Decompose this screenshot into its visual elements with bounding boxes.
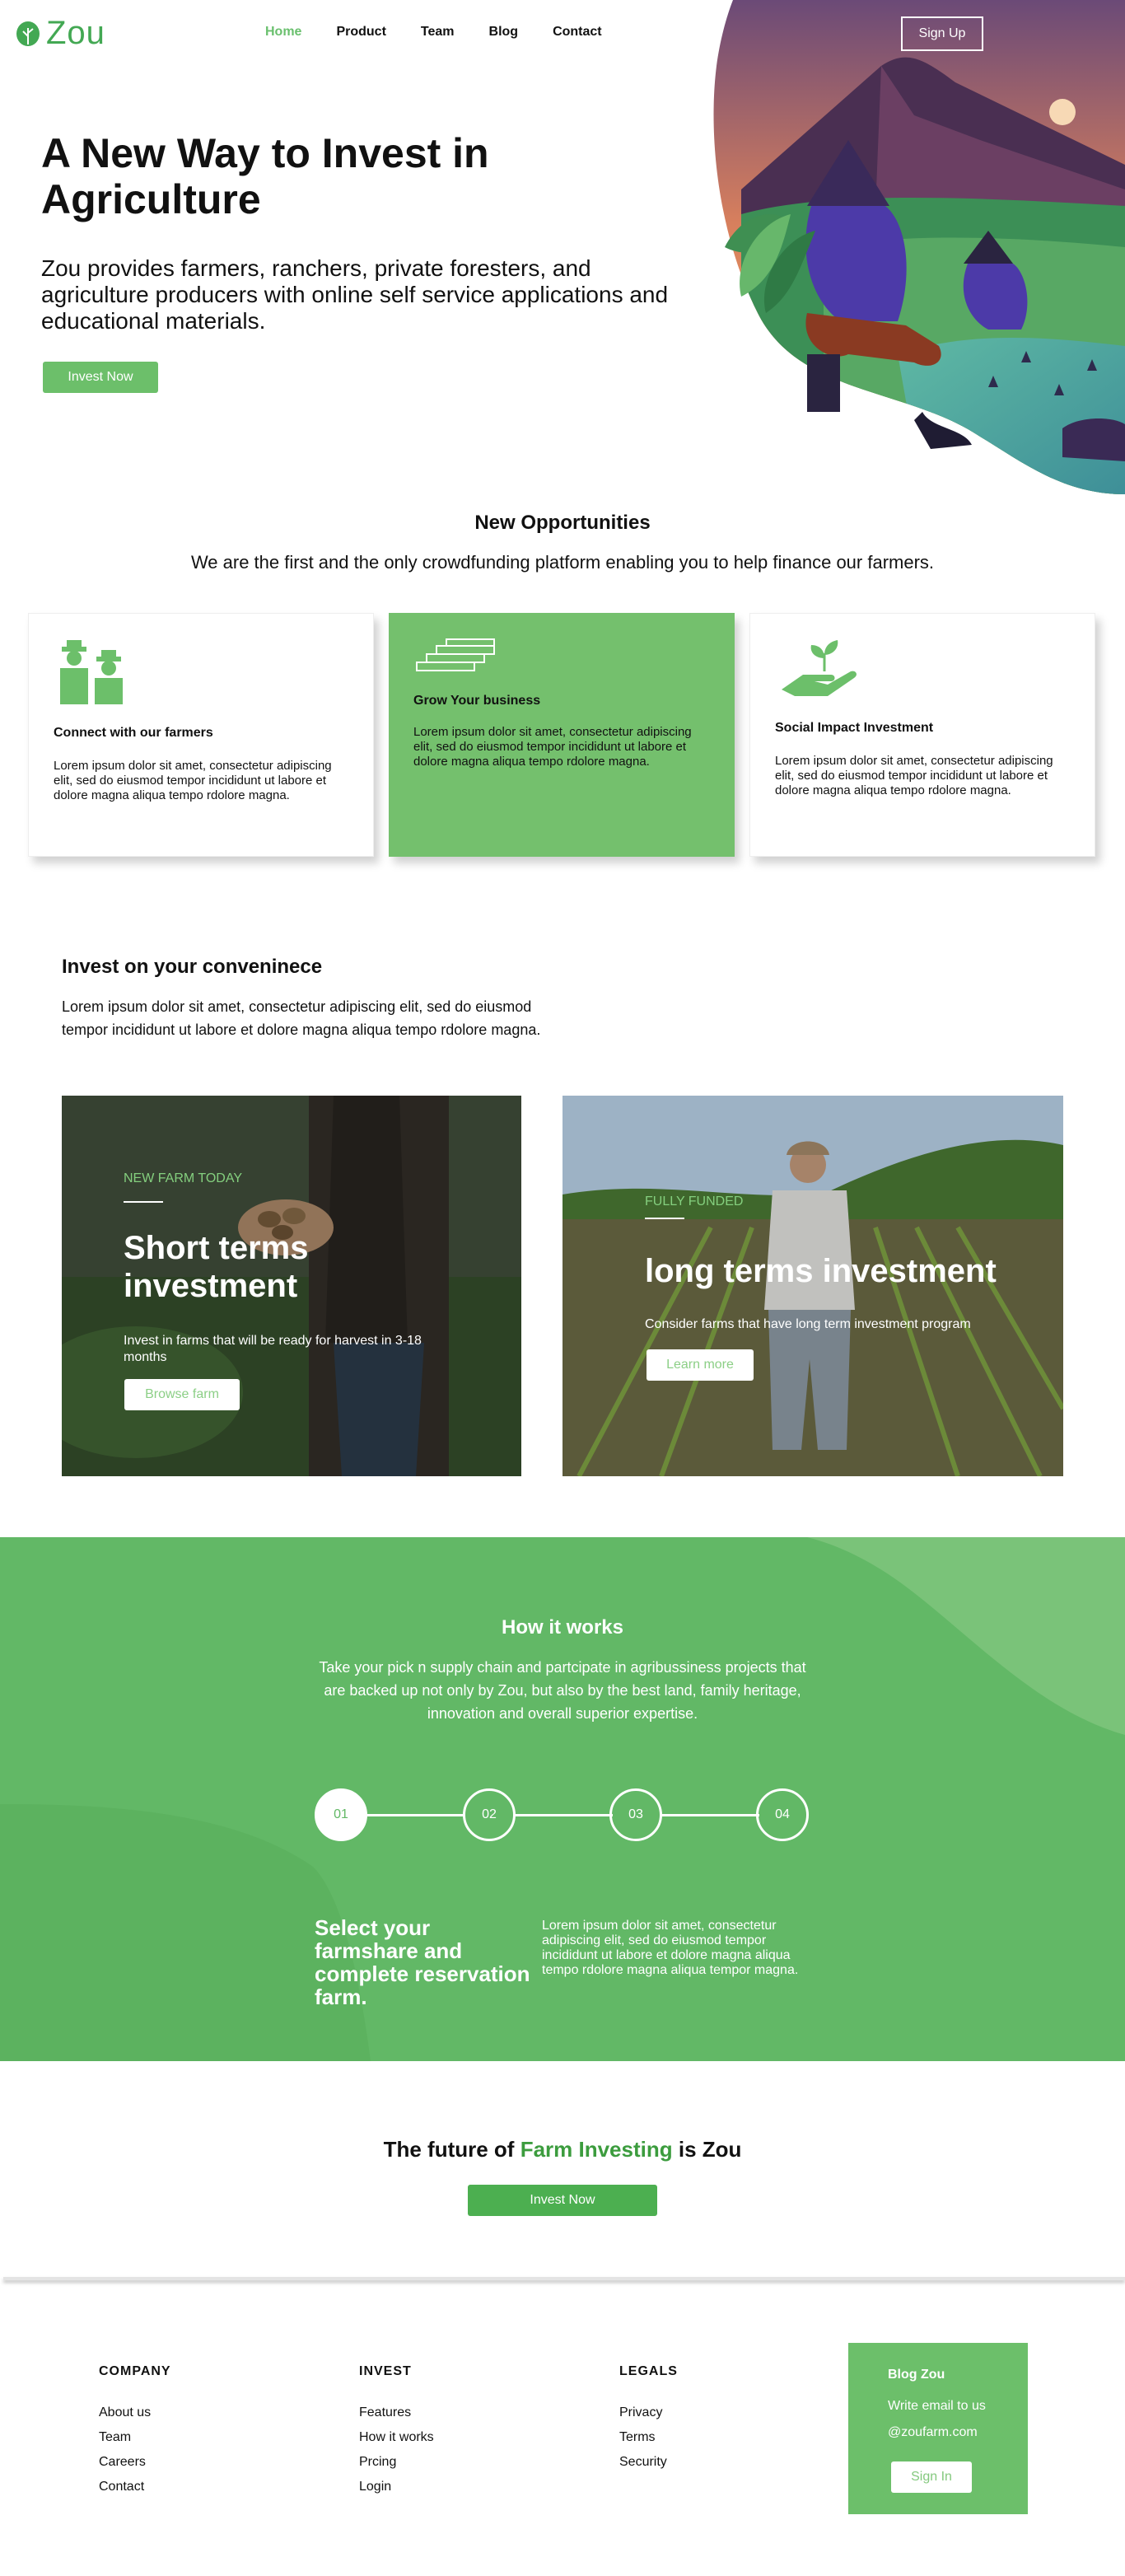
step-04[interactable]: 04 [756,1788,809,1841]
card-title: Grow Your business [413,694,541,708]
long-term-tile: FULLY FUNDED long terms investment Consi… [562,1096,1063,1476]
future-suffix: is Zou [672,2137,742,2162]
footer-link-careers[interactable]: Careers [99,2455,171,2470]
footer-link-about[interactable]: About us [99,2405,171,2420]
card-social-impact: Social Impact Investment Lorem ipsum dol… [749,613,1095,857]
hero-invest-button[interactable]: Invest Now [43,362,158,393]
footer-link-privacy[interactable]: Privacy [619,2405,678,2420]
step-03[interactable]: 03 [609,1788,662,1841]
invest-body: Lorem ipsum dolor sit amet, consectetur … [62,998,541,1038]
card-grow-business: Grow Your business Lorem ipsum dolor sit… [389,613,735,857]
nav-blog[interactable]: Blog [489,25,519,40]
footer-divider [3,2277,1125,2280]
future-prefix: The future of [383,2137,520,2162]
nav-home[interactable]: Home [265,25,301,40]
page: Zou Home Product Team Blog Contact Sign … [0,0,1125,2576]
main-menu: Home Product Team Blog Contact [265,25,637,40]
leaf-logo-icon [16,21,40,46]
blog-heading: Blog Zou [888,2368,945,2382]
footer-heading: LEGALS [619,2364,678,2378]
footer-link-team[interactable]: Team [99,2430,171,2445]
blog-signin-button[interactable]: Sign In [891,2461,972,2493]
footer-link-login[interactable]: Login [359,2480,434,2494]
signup-button[interactable]: Sign Up [901,16,983,51]
hero-illustration [713,0,1125,494]
tile-title: Short terms investment [124,1230,309,1304]
hero-subtitle: Zou provides farmers, ranchers, private … [41,255,669,334]
learn-more-button[interactable]: Learn more [647,1349,754,1381]
hero-title: A New Way to Invest in Agriculture [41,130,489,222]
card-connect-farmers: Connect with our farmers Lorem ipsum dol… [28,613,374,857]
footer-link-pricing[interactable]: Prcing [359,2455,434,2470]
invest-title: Invest on your conveninece [62,956,323,978]
blog-line-1: Write email to us [888,2399,986,2413]
tile-title: long terms investment [645,1253,997,1289]
stairs-icon [416,638,495,671]
footer-link-features[interactable]: Features [359,2405,434,2420]
nav-team[interactable]: Team [421,25,455,40]
tile-tag: NEW FARM TODAY [124,1171,243,1185]
logo-text: Zou [46,15,105,51]
footer-link-contact[interactable]: Contact [99,2480,171,2494]
plant-hand-icon [782,640,857,696]
footer-link-security[interactable]: Security [619,2455,678,2470]
blog-line-2: @zoufarm.com [888,2425,978,2439]
opportunities-subtitle: We are the first and the only crowdfundi… [190,552,935,573]
opportunities-title: New Opportunities [474,512,651,534]
blog-box: Blog Zou Write email to us @zoufarm.com … [848,2343,1028,2514]
tile-rule [124,1201,163,1203]
step-connector [661,1814,759,1816]
tile-body: Consider farms that have long term inves… [645,1317,971,1331]
farmers-icon [60,640,123,704]
how-body: Take your pick n supply chain and partci… [319,1659,806,1722]
card-body: Lorem ipsum dolor sit amet, consectetur … [413,725,692,769]
logo[interactable]: Zou [15,15,105,52]
card-body: Lorem ipsum dolor sit amet, consectetur … [775,754,1053,797]
how-title: How it works [501,1616,624,1639]
card-title: Connect with our farmers [54,726,213,740]
footer-heading: COMPANY [99,2364,171,2378]
step-heading: Select your farmshare and complete reser… [315,1915,530,2009]
footer-invest: INVEST Features How it works Prcing Logi… [359,2364,434,2504]
tile-body: Invest in farms that will be ready for h… [124,1334,422,1364]
tile-tag: FULLY FUNDED [645,1194,744,1209]
step-text: Lorem ipsum dolor sit amet, consectetur … [542,1919,799,1977]
footer-company: COMPANY About us Team Careers Contact [99,2364,171,2504]
card-body: Lorem ipsum dolor sit amet, consectetur … [54,759,332,802]
short-term-tile: NEW FARM TODAY Short terms investment In… [62,1096,521,1476]
footer-link-how[interactable]: How it works [359,2430,434,2445]
browse-farm-button[interactable]: Browse farm [124,1379,240,1410]
step-connector [514,1814,613,1816]
step-connector [366,1814,464,1816]
footer-legals: LEGALS Privacy Terms Security [619,2364,678,2480]
how-it-works-section: How it works Take your pick n supply cha… [0,1537,1125,2061]
nav-contact[interactable]: Contact [553,25,602,40]
nav-product[interactable]: Product [336,25,385,40]
step-02[interactable]: 02 [463,1788,516,1841]
top-nav: Zou Home Product Team Blog Contact Sign … [0,0,1125,66]
future-invest-button[interactable]: Invest Now [468,2185,657,2216]
card-title: Social Impact Investment [775,721,934,735]
future-highlight: Farm Investing [520,2137,673,2162]
footer-link-terms[interactable]: Terms [619,2430,678,2445]
footer-heading: INVEST [359,2364,412,2378]
tile-rule [645,1218,684,1219]
future-title: The future of Farm Investing is Zou [0,2137,1125,2162]
step-01[interactable]: 01 [315,1788,367,1841]
